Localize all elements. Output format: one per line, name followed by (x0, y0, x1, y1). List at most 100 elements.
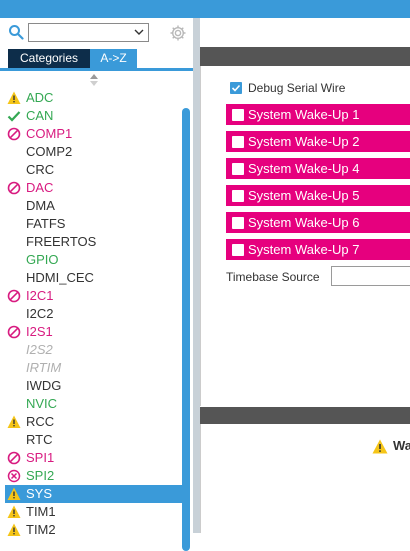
panel-divider[interactable] (193, 18, 200, 533)
list-item-label: ADC (26, 90, 54, 105)
list-item[interactable]: GPIO (5, 251, 182, 269)
list-item-label: I2C2 (26, 306, 54, 321)
warning-label: Wa (393, 438, 410, 453)
list-item[interactable]: RTC (5, 431, 182, 449)
wakeup-option[interactable]: System Wake-Up 6 (226, 212, 410, 233)
list-item-label: CAN (26, 108, 54, 123)
list-item-label: COMP1 (26, 126, 73, 141)
list-item[interactable]: TIM1 (5, 503, 182, 521)
blocked-icon (7, 325, 21, 339)
list-item[interactable]: I2S1 (5, 323, 182, 341)
list-item-label: TIM1 (26, 504, 56, 519)
blocked-icon (7, 289, 21, 303)
blocked-icon (7, 127, 21, 141)
wakeup-option[interactable]: System Wake-Up 5 (226, 185, 410, 206)
list-item-label: FATFS (26, 216, 66, 231)
wakeup-option[interactable]: System Wake-Up 2 (226, 131, 410, 152)
list-item[interactable]: IWDG (5, 377, 182, 395)
list-item-label: I2C1 (26, 288, 54, 303)
scrollbar-thumb[interactable] (182, 108, 190, 551)
gear-icon[interactable] (169, 24, 187, 42)
list-item[interactable]: ADC (5, 89, 182, 107)
blocked-icon (7, 451, 21, 465)
list-item[interactable]: NVIC (5, 395, 182, 413)
list-item-label: DAC (26, 180, 54, 195)
warning-icon (7, 523, 21, 536)
wakeup-label: System Wake-Up 5 (248, 188, 360, 203)
partial-conflict-icon (7, 469, 21, 483)
checkbox-icon[interactable] (232, 109, 244, 121)
debug-serial-wire-label: Debug Serial Wire (248, 81, 346, 95)
list-item[interactable]: CRC (5, 161, 182, 179)
list-item[interactable]: SYS (5, 485, 182, 503)
wakeup-option[interactable]: System Wake-Up 7 (226, 239, 410, 260)
chevron-down-icon[interactable] (133, 26, 145, 38)
list-item-label: RTC (26, 432, 53, 447)
wakeup-label: System Wake-Up 2 (248, 134, 360, 149)
list-item[interactable]: CAN (5, 107, 182, 125)
list-item-label: TIM2 (26, 522, 56, 537)
list-item-label: SPI1 (26, 450, 55, 465)
list-item[interactable]: I2C2 (5, 305, 182, 323)
peripheral-list: ADC CAN COMP1 COMP2 CRC DAC DMA FATFS FREERTOS GP… (5, 89, 182, 539)
left-panel: Categories A->Z ADC CAN COMP1 COMP2 CRC DAC DM… (0, 18, 193, 551)
timebase-source-select[interactable] (331, 266, 410, 286)
configuration-header-bar (200, 407, 410, 424)
top-bar (0, 0, 410, 18)
checkbox-icon[interactable] (232, 217, 244, 229)
list-item[interactable]: COMP1 (5, 125, 182, 143)
list-item[interactable]: DAC (5, 179, 182, 197)
list-item-label: CRC (26, 162, 55, 177)
list-item[interactable]: SPI1 (5, 449, 182, 467)
wakeup-label: System Wake-Up 7 (248, 242, 360, 257)
list-item[interactable]: RCC (5, 413, 182, 431)
checkbox-icon[interactable] (232, 244, 244, 256)
wakeup-label: System Wake-Up 1 (248, 107, 360, 122)
checkbox-icon[interactable] (232, 136, 244, 148)
list-item-label: RCC (26, 414, 55, 429)
list-item[interactable]: COMP2 (5, 143, 182, 161)
warning-icon (7, 91, 21, 104)
search-icon[interactable] (8, 24, 24, 40)
timebase-source-label: Timebase Source (226, 270, 320, 284)
list-item[interactable]: I2C1 (5, 287, 182, 305)
warning-icon (372, 439, 388, 454)
tab-categories[interactable]: Categories (8, 49, 90, 68)
mode-header-bar (200, 47, 410, 66)
list-item[interactable]: FREERTOS (5, 233, 182, 251)
list-item-label: SYS (26, 486, 53, 501)
warning-icon (7, 505, 21, 518)
right-panel: Debug Serial Wire System Wake-Up 1 System… (200, 18, 410, 533)
list-item-label: NVIC (26, 396, 58, 411)
tab-a-to-z[interactable]: A->Z (90, 49, 137, 68)
search-row (0, 18, 193, 48)
list-item-label: DMA (26, 198, 55, 213)
checkbox-icon[interactable] (232, 190, 244, 202)
tab-underline (0, 68, 193, 71)
list-item[interactable]: SPI2 (5, 467, 182, 485)
checkbox-icon[interactable] (232, 163, 244, 175)
wakeup-option[interactable]: System Wake-Up 1 (226, 104, 410, 125)
list-item[interactable]: HDMI_CEC (5, 269, 182, 287)
wakeup-label: System Wake-Up 6 (248, 215, 360, 230)
wakeup-option[interactable]: System Wake-Up 4 (226, 158, 410, 179)
search-input[interactable] (28, 23, 149, 42)
check-icon (7, 111, 21, 122)
list-item-label: COMP2 (26, 144, 73, 159)
list-item[interactable]: DMA (5, 197, 182, 215)
blocked-icon (7, 181, 21, 195)
list-item-label: I2S1 (26, 324, 53, 339)
tab-bar: Categories A->Z (8, 49, 137, 68)
checkbox-checked-icon[interactable] (230, 82, 242, 94)
list-item-label: SPI2 (26, 468, 55, 483)
sort-icon[interactable] (89, 74, 99, 86)
list-item[interactable]: TIM2 (5, 521, 182, 539)
list-item[interactable]: I2S2 (5, 341, 182, 359)
warning-icon (7, 487, 21, 500)
list-item-label: I2S2 (26, 342, 53, 357)
list-item-label: IRTIM (26, 360, 62, 375)
list-item-label: FREERTOS (26, 234, 97, 249)
list-item[interactable]: FATFS (5, 215, 182, 233)
list-item-label: GPIO (26, 252, 59, 267)
list-item[interactable]: IRTIM (5, 359, 182, 377)
